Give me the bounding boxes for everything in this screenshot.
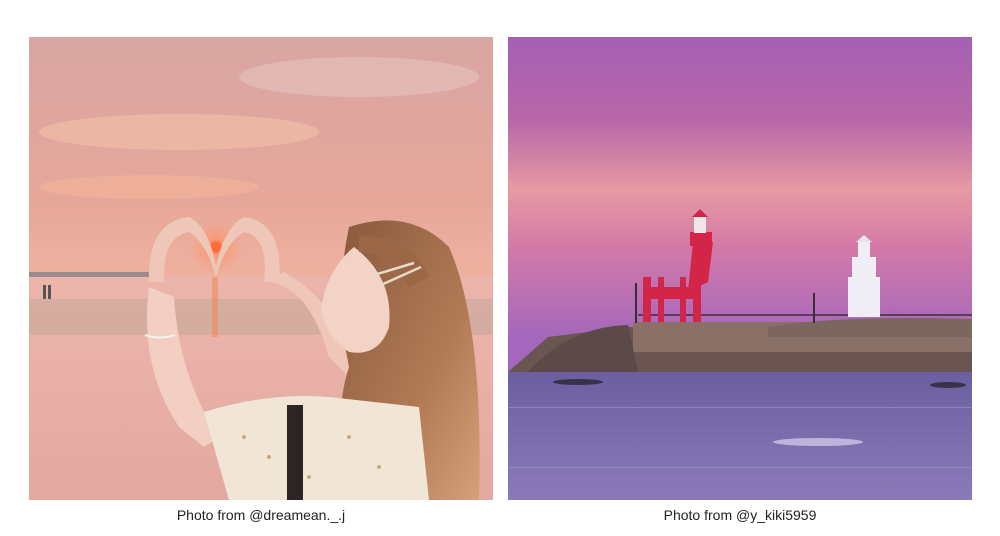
photo-caption-right: Photo from @y_kiki5959 [663,507,817,523]
photo-caption-left: Photo from @dreamean._.j [176,507,346,523]
photo-lighthouses [508,37,972,500]
photo-sunset-heart [29,37,493,500]
